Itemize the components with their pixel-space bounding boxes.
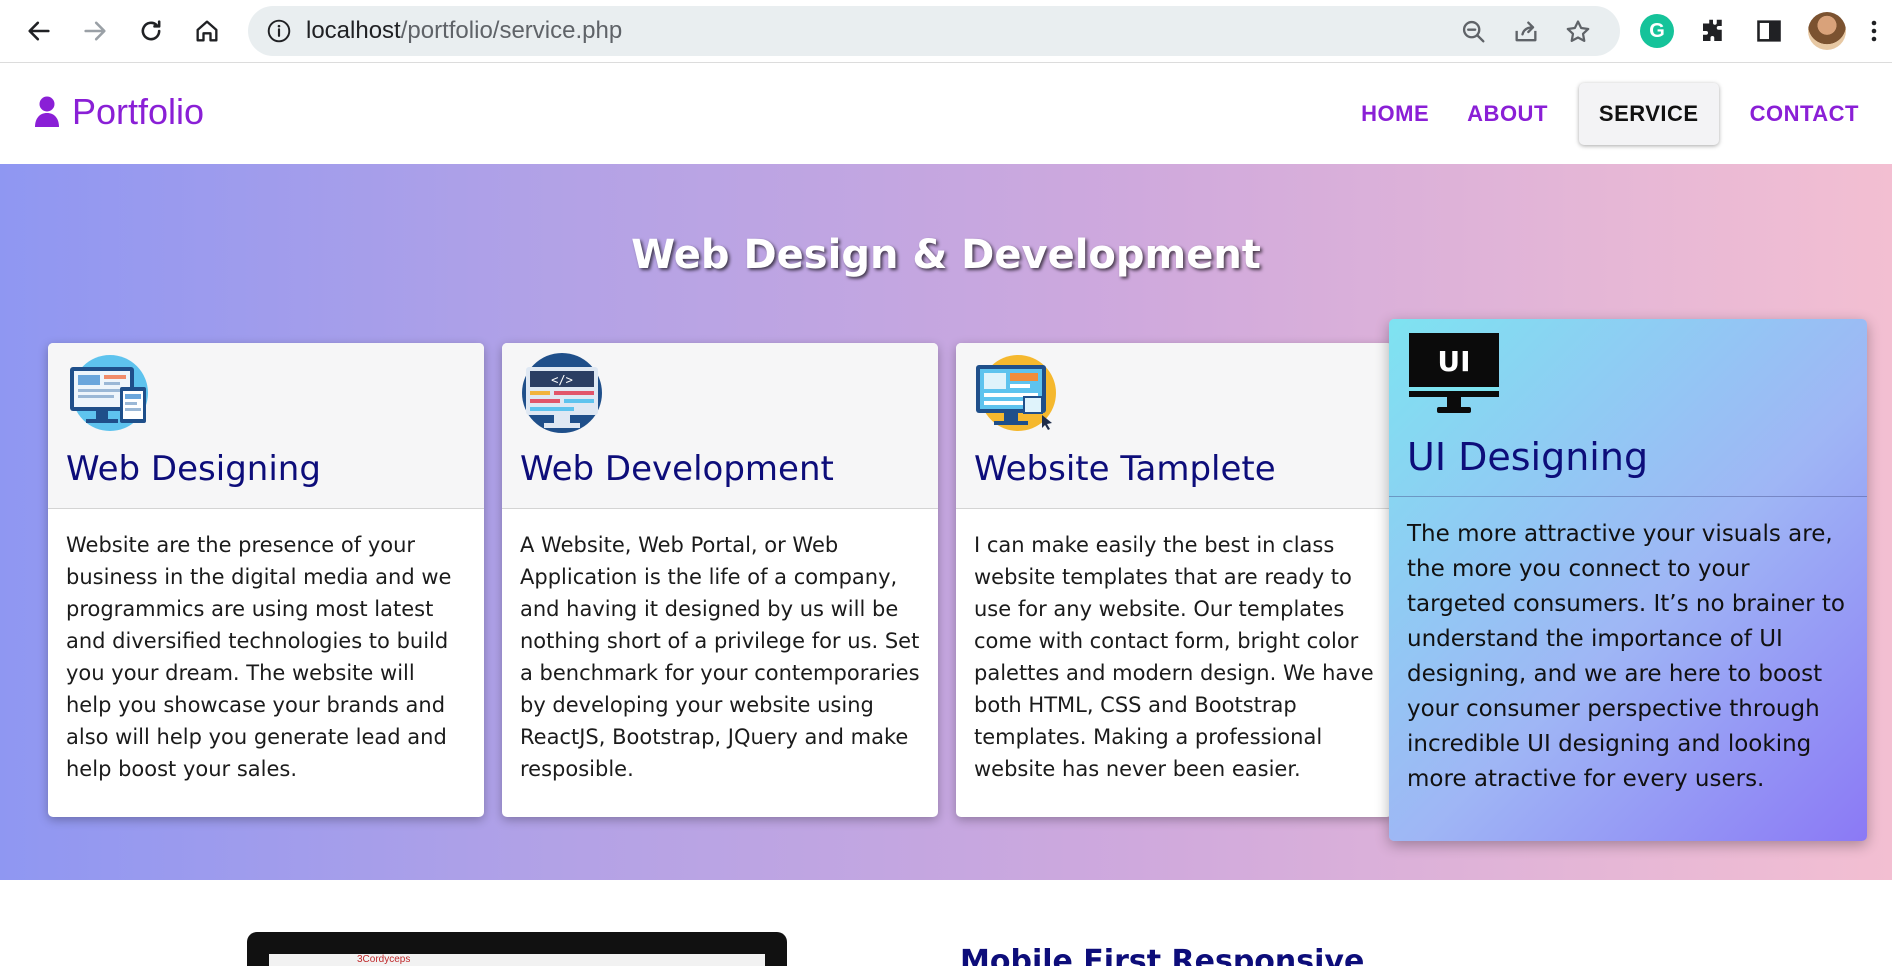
nav-contact-link[interactable]: CONTACT bbox=[1731, 83, 1878, 145]
three-dots-icon bbox=[1871, 20, 1877, 42]
nav-about-link[interactable]: ABOUT bbox=[1448, 83, 1567, 145]
url-host: localhost bbox=[306, 17, 401, 44]
info-icon[interactable] bbox=[266, 18, 292, 44]
home-button[interactable] bbox=[188, 12, 226, 50]
extensions-puzzle-icon[interactable] bbox=[1696, 14, 1730, 48]
section-title: Web Design & Development bbox=[631, 232, 1261, 278]
responsive-section-heading: Mobile First Responsive bbox=[960, 944, 1365, 966]
zoom-icon[interactable] bbox=[1460, 18, 1488, 46]
laptop-screen bbox=[269, 954, 765, 966]
card-body: A Website, Web Portal, or Web Applicatio… bbox=[520, 533, 920, 781]
card-header: Web Designing bbox=[48, 343, 484, 509]
main-nav: HOME ABOUT SERVICE CONTACT bbox=[1342, 83, 1878, 145]
brand-logo[interactable]: Portfolio bbox=[34, 91, 204, 133]
card-title: Website Tamplete bbox=[974, 449, 1276, 489]
home-icon bbox=[196, 20, 218, 42]
side-panel-icon[interactable] bbox=[1752, 14, 1786, 48]
card-body: Website are the presence of your busines… bbox=[66, 533, 452, 781]
card-body: The more attractive your visuals are, th… bbox=[1407, 521, 1845, 792]
user-icon bbox=[35, 96, 59, 127]
grammarly-letter: G bbox=[1649, 19, 1665, 42]
share-icon[interactable] bbox=[1512, 18, 1540, 46]
service-card-ui-designing: UI UI Designing The more attractive your… bbox=[1389, 319, 1867, 841]
back-button[interactable] bbox=[20, 12, 58, 50]
reload-icon bbox=[141, 20, 161, 41]
monitor-design-icon bbox=[70, 355, 148, 431]
puzzle-icon bbox=[1703, 19, 1722, 41]
address-bar[interactable]: localhost/portfolio/service.php bbox=[248, 6, 1620, 56]
card-header: Website Tamplete bbox=[956, 343, 1392, 509]
reload-button[interactable] bbox=[132, 12, 170, 50]
service-card-website-template: Website Tamplete I can make easily the b… bbox=[956, 343, 1392, 817]
card-title: Web Development bbox=[520, 449, 834, 489]
arrow-right-icon bbox=[84, 21, 106, 41]
code-monitor-icon: </> bbox=[522, 353, 602, 433]
card-body: I can make easily the best in class webs… bbox=[974, 533, 1374, 781]
laptop-mockup-image: 3Cordyceps bbox=[247, 932, 787, 966]
ui-icon-text: UI bbox=[1437, 345, 1470, 378]
service-card-web-development: </> Web Development A Website, Web Porta… bbox=[502, 343, 938, 817]
card-header: </> Web Development bbox=[502, 343, 938, 509]
template-monitor-icon bbox=[976, 355, 1056, 431]
service-card-web-designing: Web Designing Website are the presence o… bbox=[48, 343, 484, 817]
site-header: Portfolio HOME ABOUT SERVICE CONTACT bbox=[0, 64, 1892, 164]
nav-service-link[interactable]: SERVICE bbox=[1578, 83, 1719, 145]
card-header: UI UI Designing bbox=[1389, 319, 1867, 497]
laptop-screen-brand: 3Cordyceps bbox=[357, 954, 411, 965]
browser-toolbar: localhost/portfolio/service.php G bbox=[0, 0, 1892, 63]
card-title: Web Designing bbox=[66, 449, 321, 489]
side-panel-glyph-icon bbox=[1757, 20, 1781, 42]
menu-kebab-icon[interactable] bbox=[1864, 14, 1884, 48]
services-section: Web Design & Development Web Designing W… bbox=[0, 164, 1892, 880]
url-text[interactable]: localhost/portfolio/service.php bbox=[306, 6, 622, 56]
grammarly-extension-icon[interactable]: G bbox=[1640, 14, 1674, 48]
nav-home-link[interactable]: HOME bbox=[1342, 83, 1448, 145]
url-path: /portfolio/service.php bbox=[400, 17, 623, 44]
profile-avatar[interactable] bbox=[1808, 12, 1846, 50]
ui-monitor-icon: UI bbox=[1409, 333, 1499, 413]
bookmark-star-icon[interactable] bbox=[1564, 18, 1592, 46]
brand-name: Portfolio bbox=[72, 91, 205, 132]
card-title: UI Designing bbox=[1407, 435, 1649, 479]
forward-button[interactable] bbox=[76, 12, 114, 50]
arrow-left-icon bbox=[28, 21, 50, 41]
svg-text:</>: </> bbox=[551, 373, 573, 387]
